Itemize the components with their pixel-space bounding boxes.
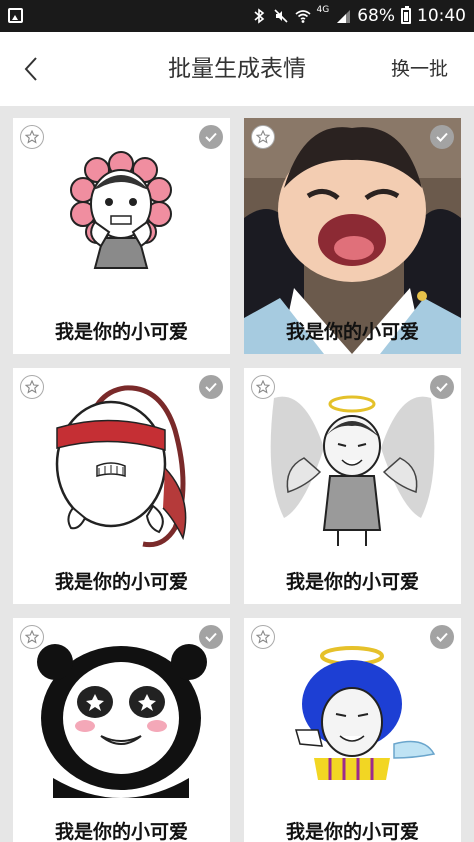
signal-icon [337,10,351,23]
star-icon[interactable] [20,625,44,649]
panda-meme-sticker [37,644,207,798]
check-icon[interactable] [430,625,454,649]
app-header: 批量生成表情 换一批 [0,32,474,106]
sticker-grid: 我是你的小可爱 我是你的小可爱 我是你的小可爱 我是你的小可爱 我是你的小可爱 … [0,106,474,842]
sticker-caption: 我是你的小可爱 [285,321,419,343]
refresh-batch-button[interactable]: 换一批 [391,32,448,106]
check-icon[interactable] [430,125,454,149]
sticker-caption: 我是你的小可爱 [285,821,419,842]
gallery-icon [8,8,23,23]
status-icons: 4G 68% 10:40 [251,0,466,32]
network-label: 4G [316,5,330,15]
blue-hair-angel-sticker [295,646,436,780]
check-icon[interactable] [199,375,223,399]
sticker-caption: 我是你的小可爱 [54,571,188,593]
sticker-card[interactable]: 我是你的小可爱 [13,618,230,842]
sticker-caption: 我是你的小可爱 [54,321,188,343]
sticker-card[interactable]: 我是你的小可爱 [13,368,230,604]
clock: 10:40 [417,6,466,26]
sticker-caption: 我是你的小可爱 [285,571,419,593]
star-icon[interactable] [251,625,275,649]
sticker-card[interactable]: 我是你的小可爱 [244,368,461,604]
star-icon[interactable] [251,125,275,149]
sticker-card[interactable]: 我是你的小可爱 [244,618,461,842]
status-bar: 4G 68% 10:40 [0,0,474,32]
star-icon[interactable] [20,375,44,399]
check-icon[interactable] [199,625,223,649]
sticker-card[interactable]: 我是你的小可爱 [13,118,230,354]
battery-percent: 68% [357,6,395,26]
check-icon[interactable] [430,375,454,399]
mute-icon [273,9,288,23]
wifi-icon [294,10,311,23]
star-icon[interactable] [251,375,275,399]
sticker-card[interactable]: 我是你的小可爱 [244,118,461,354]
back-button[interactable] [16,52,50,86]
star-icon[interactable] [20,125,44,149]
battery-icon [401,6,411,24]
chevron-left-icon [24,57,37,81]
check-icon[interactable] [199,125,223,149]
sticker-caption: 我是你的小可爱 [54,821,188,842]
bluetooth-icon [253,8,264,24]
